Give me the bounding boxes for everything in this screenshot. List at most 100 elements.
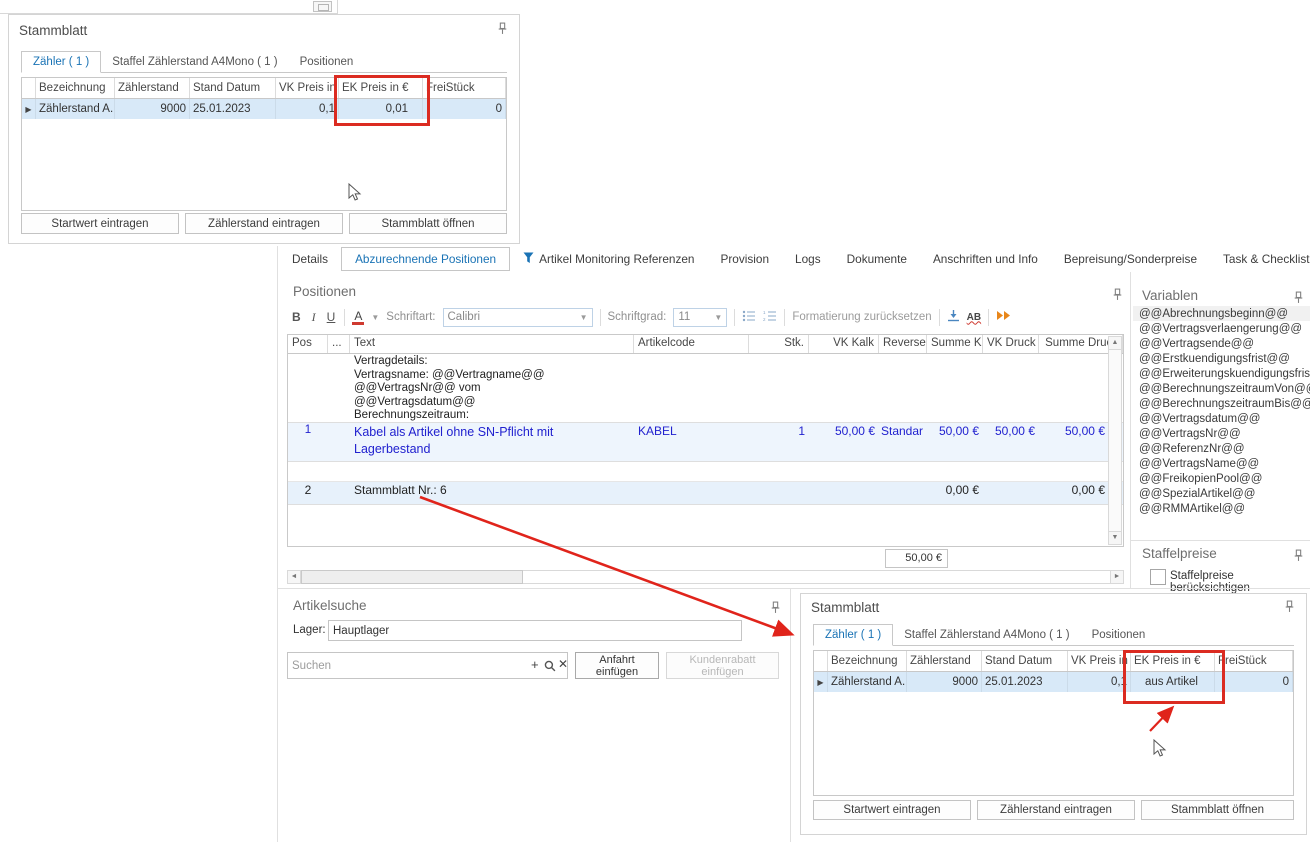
col-bezeichnung[interactable]: Bezeichnung bbox=[36, 78, 115, 98]
zaehlerstand-eintragen-button[interactable]: Zählerstand eintragen bbox=[185, 213, 343, 234]
variable-item[interactable]: @@RMMArtikel@@ bbox=[1133, 501, 1310, 516]
col-band[interactable]: ... bbox=[328, 335, 350, 353]
add-icon[interactable]: + bbox=[531, 657, 539, 672]
variable-item[interactable]: @@VertragsName@@ bbox=[1133, 456, 1310, 471]
staffelpreise-checkbox[interactable] bbox=[1150, 569, 1166, 585]
tab-artikel-monitoring-referenzen[interactable]: Artikel Monitoring Referenzen bbox=[510, 248, 707, 271]
scroll-down-arrow[interactable]: ▼ bbox=[1108, 531, 1122, 545]
cell-artikelcode: KABEL bbox=[634, 423, 749, 461]
scroll-left-arrow[interactable]: ◄ bbox=[287, 570, 301, 584]
tab-abzurechnende-positionen[interactable]: Abzurechnende Positionen bbox=[341, 247, 510, 271]
zaehlerstand-eintragen-button[interactable]: Zählerstand eintragen bbox=[977, 800, 1135, 820]
scroll-right-arrow[interactable]: ► bbox=[1110, 570, 1124, 584]
tab-details[interactable]: Details bbox=[279, 248, 341, 270]
pin-icon[interactable] bbox=[1284, 600, 1296, 613]
reset-formatting-button[interactable]: Formatierung zurücksetzen bbox=[792, 311, 931, 323]
tab-staffel-zaehlerstand[interactable]: Staffel Zählerstand A4Mono ( 1 ) bbox=[101, 52, 288, 72]
vertical-scrollbar[interactable] bbox=[1108, 336, 1122, 545]
col-stand-datum[interactable]: Stand Datum bbox=[982, 651, 1068, 671]
col-pos[interactable]: Pos bbox=[288, 335, 328, 353]
tab-staffel-zaehlerstand[interactable]: Staffel Zählerstand A4Mono ( 1 ) bbox=[893, 625, 1080, 645]
numbered-list-icon[interactable]: 12 bbox=[763, 310, 777, 325]
clear-icon[interactable]: ✕ bbox=[558, 657, 568, 671]
italic-button[interactable]: I bbox=[310, 310, 318, 325]
tab-task-checklisten[interactable]: Task & Checklisten bbox=[1210, 248, 1310, 270]
staffelpreise-checkbox-label[interactable]: Staffelpreise berücksichtigen bbox=[1170, 570, 1310, 594]
table-row[interactable]: ▶ Zählerstand A... 9000 25.01.2023 0,1 0… bbox=[22, 99, 506, 119]
tab-bepreisung-sonderpreise[interactable]: Bepreisung/Sonderpreise bbox=[1051, 248, 1210, 270]
col-freistueck[interactable]: FreiStück bbox=[423, 78, 506, 98]
font-color-button[interactable]: A bbox=[352, 310, 364, 325]
variable-item[interactable]: @@ReferenzNr@@ bbox=[1133, 441, 1310, 456]
tab-anschriften-und-info[interactable]: Anschriften und Info bbox=[920, 248, 1051, 270]
col-bezeichnung[interactable]: Bezeichnung bbox=[828, 651, 907, 671]
variable-item[interactable]: @@Vertragsverlaengerung@@ bbox=[1133, 321, 1310, 336]
panel-title: Stammblatt bbox=[811, 600, 879, 615]
variable-item[interactable]: @@Erstkuendigungsfrist@@ bbox=[1133, 351, 1310, 366]
schriftgrad-label: Schriftgrad: bbox=[608, 311, 667, 323]
col-summe-kalk[interactable]: Summe Kalk bbox=[927, 335, 983, 353]
col-text[interactable]: Text bbox=[350, 335, 634, 353]
tab-dokumente[interactable]: Dokumente bbox=[834, 248, 920, 270]
tab-positionen[interactable]: Positionen bbox=[1081, 625, 1157, 645]
col-vk-kalk[interactable]: VK Kalk bbox=[809, 335, 879, 353]
anfahrt-einfuegen-button[interactable]: Anfahrt einfügen bbox=[575, 652, 659, 679]
pin-icon[interactable] bbox=[1112, 288, 1124, 301]
search-icon[interactable] bbox=[544, 659, 556, 677]
template-row[interactable]: Vertragdetails: Vertragsname: @@Vertragn… bbox=[288, 354, 1123, 423]
stammblatt-oeffnen-button[interactable]: Stammblatt öffnen bbox=[349, 213, 507, 234]
variable-item[interactable]: @@SpezialArtikel@@ bbox=[1133, 486, 1310, 501]
merge-down-icon[interactable] bbox=[947, 309, 960, 325]
underline-button[interactable]: U bbox=[325, 310, 338, 324]
col-artikelcode[interactable]: Artikelcode bbox=[634, 335, 749, 353]
scrollbar-thumb[interactable] bbox=[301, 570, 523, 584]
variable-item[interactable]: @@BerechnungszeitraumVon@@ bbox=[1133, 381, 1310, 396]
kundenrabatt-einfuegen-button[interactable]: Kundenrabatt einfügen bbox=[666, 652, 779, 679]
pin-icon[interactable] bbox=[497, 22, 509, 35]
bold-button[interactable]: B bbox=[290, 310, 303, 324]
tab-logs[interactable]: Logs bbox=[782, 248, 834, 270]
variable-item[interactable]: @@Erweiterungskuendigungsfrist@@ bbox=[1133, 366, 1310, 381]
startwert-eintragen-button[interactable]: Startwert eintragen bbox=[21, 213, 179, 234]
positionen-title: Positionen bbox=[293, 284, 356, 299]
variable-item[interactable]: @@Vertragsende@@ bbox=[1133, 336, 1310, 351]
position-row-1[interactable]: 1 Kabel als Artikel ohne SN-Pflicht mit … bbox=[288, 423, 1123, 462]
col-vk-preis[interactable]: VK Preis in € bbox=[276, 78, 339, 98]
stammblatt-oeffnen-button[interactable]: Stammblatt öffnen bbox=[1141, 800, 1294, 820]
startwert-eintragen-button[interactable]: Startwert eintragen bbox=[813, 800, 971, 820]
tab-zaehler[interactable]: Zähler ( 1 ) bbox=[813, 624, 893, 646]
double-arrow-icon[interactable] bbox=[996, 310, 1013, 324]
pin-icon[interactable] bbox=[770, 601, 782, 614]
col-ek-preis[interactable]: EK Preis in € bbox=[339, 78, 423, 98]
col-zaehlerstand[interactable]: Zählerstand bbox=[115, 78, 190, 98]
artikel-search-input[interactable] bbox=[287, 652, 568, 679]
col-ek-preis[interactable]: EK Preis in € bbox=[1131, 651, 1215, 671]
variable-item[interactable]: @@Vertragsdatum@@ bbox=[1133, 411, 1310, 426]
variable-item[interactable]: @@BerechnungszeitraumBis@@ bbox=[1133, 396, 1310, 411]
font-color-caret[interactable]: ▼ bbox=[371, 313, 379, 322]
col-zaehlerstand[interactable]: Zählerstand bbox=[907, 651, 982, 671]
pin-icon[interactable] bbox=[1293, 549, 1305, 562]
tab-positionen[interactable]: Positionen bbox=[289, 52, 365, 72]
tab-zaehler[interactable]: Zähler ( 1 ) bbox=[21, 51, 101, 73]
col-vk-druck[interactable]: VK Druck bbox=[983, 335, 1039, 353]
col-stk[interactable]: Stk. bbox=[749, 335, 809, 353]
pin-icon[interactable] bbox=[1293, 291, 1305, 304]
col-reverse[interactable]: Reverse... bbox=[879, 335, 927, 353]
scroll-up-arrow[interactable]: ▲ bbox=[1108, 336, 1122, 350]
col-stand-datum[interactable]: Stand Datum bbox=[190, 78, 276, 98]
bullet-list-icon[interactable] bbox=[742, 310, 756, 325]
variable-item[interactable]: @@VertragsNr@@ bbox=[1133, 426, 1310, 441]
font-size-combobox[interactable]: 11▼ bbox=[673, 308, 727, 327]
variable-item[interactable]: @@Abrechnungsbeginn@@ bbox=[1133, 306, 1310, 321]
font-name-combobox[interactable]: Calibri▼ bbox=[443, 308, 593, 327]
spellcheck-ab-icon[interactable]: AB bbox=[967, 312, 981, 323]
top-cropped-button[interactable] bbox=[313, 1, 332, 12]
col-vk-preis[interactable]: VK Preis in € bbox=[1068, 651, 1131, 671]
col-freistueck[interactable]: FreiStück bbox=[1215, 651, 1293, 671]
tab-provision[interactable]: Provision bbox=[707, 248, 782, 270]
lager-input[interactable] bbox=[328, 620, 742, 641]
table-row[interactable]: ▶ Zählerstand A... 9000 25.01.2023 0,1 a… bbox=[814, 672, 1293, 692]
position-row-2[interactable]: 2 Stammblatt Nr.: 6 0,00 € 0,00 € bbox=[288, 482, 1123, 505]
variable-item[interactable]: @@FreikopienPool@@ bbox=[1133, 471, 1310, 486]
